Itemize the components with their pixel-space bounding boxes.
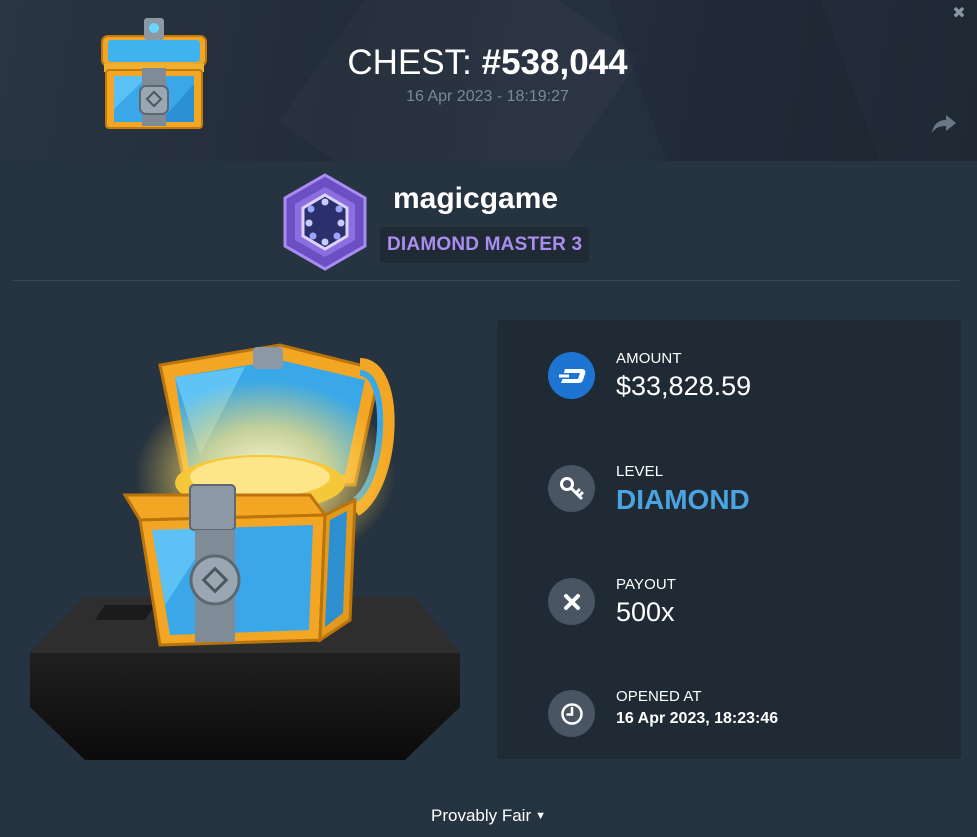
provably-fair-label: Provably Fair [430, 806, 532, 825]
chest-header: CHEST: #538,044 16 Apr 2023 - 18:19:27 ✖ [0, 0, 977, 161]
opened-label: OPENED AT [616, 688, 702, 705]
key-icon [548, 465, 595, 512]
payout-value: 500x [616, 597, 675, 627]
provably-fair-toggle[interactable]: Provably Fair ▼ [0, 806, 977, 826]
clock-icon [548, 690, 595, 737]
amount-value: $33,828.59 [616, 371, 752, 401]
chest-created-date: 16 Apr 2023 - 18:19:27 [406, 88, 569, 105]
payout-label: PAYOUT [616, 576, 677, 593]
level-label: LEVEL [616, 463, 664, 480]
username[interactable]: magicgame [393, 182, 558, 216]
level-row: LEVEL DIAMOND [548, 463, 948, 535]
multiply-icon [548, 578, 595, 625]
share-icon[interactable] [930, 112, 958, 136]
chest-thumbnail-icon [101, 18, 207, 129]
amount-label: AMOUNT [616, 350, 682, 367]
close-icon[interactable]: ✖ [951, 6, 967, 22]
divider [13, 280, 959, 281]
opened-row: OPENED AT 16 Apr 2023, 18:23:46 [548, 688, 948, 760]
caret-down-icon: ▼ [535, 810, 547, 822]
rank-badge-icon [283, 173, 367, 271]
level-value: DIAMOND [616, 484, 750, 515]
chest-title: CHEST: #538,044 [250, 42, 725, 84]
payout-row: PAYOUT 500x [548, 576, 948, 648]
amount-row: AMOUNT $33,828.59 [548, 350, 948, 422]
chest-number: #538,044 [481, 43, 628, 82]
dash-coin-icon [548, 352, 595, 399]
chest-title-prefix: CHEST: [347, 43, 472, 82]
chest-details-panel: AMOUNT $33,828.59 LEVEL DIAMOND PAYOUT 5… [497, 320, 961, 759]
rank-badge: DIAMOND MASTER 3 [380, 227, 590, 263]
opened-value: 16 Apr 2023, 18:23:46 [616, 710, 779, 727]
open-chest-image [30, 343, 460, 760]
